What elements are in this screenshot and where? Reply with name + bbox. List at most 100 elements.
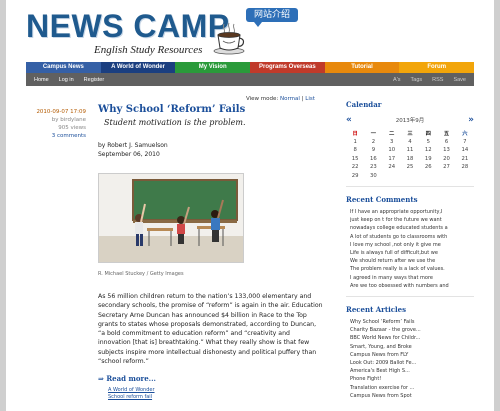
nav-login-link[interactable]: Log in [59, 77, 74, 83]
category-my-vision[interactable]: My Vision [175, 62, 251, 73]
divider [346, 296, 474, 298]
calendar-day[interactable]: 17 [383, 155, 401, 164]
user-nav-bar: Home Log in Register A's Tags RSS Save [26, 73, 474, 86]
read-more-link[interactable]: ⇒ Read more... [98, 374, 328, 383]
post-title[interactable]: Why School ‘Reform’ Fails [98, 104, 328, 115]
article-item[interactable]: Translation exercise for ... [350, 384, 474, 392]
read-more-label: Read more... [106, 374, 156, 384]
comment-item[interactable]: Life is always full of difficult,but we [350, 249, 474, 257]
calendar-dow: 一 [370, 131, 377, 138]
calendar-day [437, 172, 455, 181]
calendar-day[interactable]: 4 [401, 138, 419, 147]
post-excerpt: As 56 million children return to the nat… [98, 293, 323, 366]
category-tutorial[interactable]: Tutorial [324, 62, 400, 73]
comment-item[interactable]: The problem really is a lack of values. [350, 265, 474, 273]
recent-comments-title: Recent Comments [346, 195, 418, 204]
nav-tags-link[interactable]: Tags [411, 77, 423, 83]
calendar-day[interactable]: 11 [401, 146, 419, 155]
calendar-day[interactable]: 19 [419, 155, 437, 164]
calendar-day[interactable]: 5 [419, 138, 437, 147]
article-item[interactable]: America's Best High S... [350, 367, 474, 375]
post-views: 905 views [58, 125, 86, 131]
nav-home-link[interactable]: Home [34, 77, 49, 83]
article-item[interactable]: Smart, Young, and Broke [350, 343, 474, 351]
post-category-link[interactable]: A World of Wonder [108, 387, 155, 393]
article-item[interactable]: Why School ‘Reform’ Fails [350, 318, 474, 326]
calendar-day[interactable]: 29 [346, 172, 364, 181]
article-item[interactable]: Look Out: 2009 Ballot Fe... [350, 359, 474, 367]
calendar-day[interactable]: 15 [346, 155, 364, 164]
comment-item[interactable]: A lot of students go to classrooms with [350, 233, 474, 241]
comment-item[interactable]: If I have an appropriate opportunity,I [350, 208, 474, 216]
calendar-day[interactable]: 21 [456, 155, 474, 164]
category-campus-news[interactable]: Campus News [26, 62, 101, 73]
article-item[interactable]: Campus News from FLY [350, 351, 474, 359]
comment-item[interactable]: nowadays college educated students a [350, 224, 474, 232]
category-world-of-wonder[interactable]: A World of Wonder [100, 62, 176, 73]
calendar-day[interactable]: 3 [383, 138, 401, 147]
article-item[interactable]: Campus News from Spot [350, 392, 474, 400]
calendar-day[interactable]: 12 [419, 146, 437, 155]
calendar-day[interactable]: 9 [364, 146, 382, 155]
recent-articles: Recent Articles Why School ‘Reform’ Fail… [346, 305, 474, 400]
site-logo-title[interactable]: NEWS CAMP [26, 8, 230, 45]
site-tagline: English Study Resources [94, 44, 203, 56]
calendar-day[interactable]: 10 [383, 146, 401, 155]
calendar-day [419, 172, 437, 181]
calendar-day[interactable]: 25 [401, 163, 419, 172]
view-mode-normal-link[interactable]: Normal [280, 96, 300, 102]
nav-register-link[interactable]: Register [84, 77, 104, 83]
divider [346, 186, 474, 187]
post-tag-link[interactable]: School reform fail [108, 394, 152, 400]
site-intro-badge[interactable]: 网站介绍 [246, 8, 298, 27]
nav-archives-link[interactable]: A's [393, 77, 400, 83]
calendar-day[interactable]: 24 [383, 163, 401, 172]
calendar-day[interactable]: 8 [346, 146, 364, 155]
calendar-day[interactable]: 16 [364, 155, 382, 164]
calendar-day[interactable]: 1 [346, 138, 364, 147]
category-forum[interactable]: Forum [399, 62, 475, 73]
calendar-day[interactable]: 13 [437, 146, 455, 155]
comment-item[interactable]: We should return after we use the [350, 257, 474, 265]
page: NEWS CAMP English Study Resources 网站介绍 C… [6, 0, 494, 411]
calendar-next-icon[interactable]: » [468, 115, 474, 125]
calendar-day[interactable]: 26 [419, 163, 437, 172]
calendar-dow: 三 [407, 131, 413, 138]
calendar-day[interactable]: 22 [346, 163, 364, 172]
calendar-grid: 日 一 二 三 四 五 六 1 2 3 4 5 6 7 8 9 10 11 12… [346, 129, 474, 180]
calendar-day[interactable]: 28 [456, 163, 474, 172]
calendar-day[interactable]: 7 [456, 138, 474, 147]
comment-item[interactable]: just keep on t for the future we want [350, 216, 474, 224]
post-comments-link[interactable]: 3 comments [26, 132, 86, 140]
calendar-day[interactable]: 2 [364, 138, 382, 147]
comment-item[interactable]: I agreed in many ways that more [350, 274, 474, 282]
calendar-day[interactable]: 30 [364, 172, 382, 181]
article-item[interactable]: Phone Fight! [350, 375, 474, 383]
calendar-day [383, 172, 401, 181]
category-programs-overseas[interactable]: Programs Overseas [250, 62, 325, 73]
calendar-header: « 2013年9月 » [346, 115, 474, 125]
calendar-dow: 日 [352, 131, 358, 138]
nav-rss-link[interactable]: RSS [432, 77, 443, 83]
nav-save-link[interactable]: Save [453, 77, 466, 83]
article-item[interactable]: BBC World News for Childr... [350, 334, 474, 342]
recent-articles-list: Why School ‘Reform’ Fails Charity Bazaar… [346, 318, 474, 400]
calendar-day[interactable]: 18 [401, 155, 419, 164]
recent-comments-list: If I have an appropriate opportunity,I j… [346, 208, 474, 290]
recent-comments: Recent Comments If I have an appropriate… [346, 195, 474, 290]
post-meta: 2010-09-07 17:09 by birdylane 905 views … [26, 108, 86, 140]
post-author-link[interactable]: by birdylane [26, 116, 86, 124]
calendar-day[interactable]: 27 [437, 163, 455, 172]
post-subtitle: Student motivation is the problem. [104, 118, 246, 127]
calendar-day[interactable]: 20 [437, 155, 455, 164]
comment-item[interactable]: I love my school ,not only it give me [350, 241, 474, 249]
calendar-dow: 六 [462, 131, 468, 138]
view-mode-list-link[interactable]: List [305, 96, 315, 102]
calendar-day[interactable]: 14 [456, 146, 474, 155]
calendar-prev-icon[interactable]: « [346, 115, 352, 125]
comment-item[interactable]: Are we too obsessed with numbers and [350, 282, 474, 290]
calendar-dow: 四 [425, 131, 431, 138]
calendar-day[interactable]: 6 [437, 138, 455, 147]
article-item[interactable]: Charity Bazaar - the grove... [350, 326, 474, 334]
calendar-day[interactable]: 23 [364, 163, 382, 172]
